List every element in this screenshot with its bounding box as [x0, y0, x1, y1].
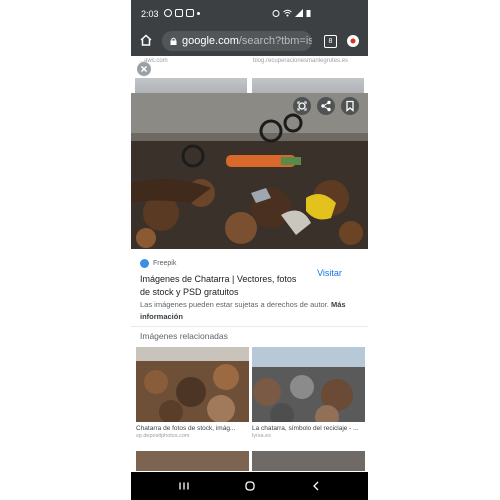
related-thumbnail[interactable]	[136, 347, 249, 422]
more-notifications-icon	[197, 11, 200, 15]
notification-icons	[164, 9, 200, 17]
home-icon[interactable]	[139, 33, 153, 47]
back-icon[interactable]	[309, 479, 323, 493]
url-host: google.com	[182, 35, 239, 47]
url-text: google.com/search?tbm=is	[182, 31, 312, 51]
close-preview-button[interactable]	[137, 62, 151, 76]
lens-search-button[interactable]	[293, 97, 311, 115]
android-nav-bar	[131, 472, 368, 500]
result-title-link[interactable]: Imágenes de Chatarra | Vectores, fotos d…	[140, 273, 300, 299]
related-caption: La chatarra, símbolo del reciclaje - ...	[252, 425, 359, 432]
save-button[interactable]	[341, 97, 359, 115]
scrap-yard-photo	[252, 347, 365, 422]
alarm-icon	[272, 10, 280, 17]
lock-icon	[170, 37, 177, 45]
freepik-favicon-icon	[140, 259, 149, 268]
wifi-icon	[283, 9, 292, 17]
gallery-icon	[175, 9, 183, 17]
related-thumbnail[interactable]	[136, 451, 249, 471]
signal-icon	[295, 9, 303, 17]
lens-icon	[297, 101, 307, 111]
whatsapp-icon	[164, 9, 172, 17]
google-menu-icon[interactable]	[346, 34, 360, 48]
system-icons	[272, 9, 311, 17]
related-image-item[interactable]: Chatarra de fotos de stock, imág... sp.d…	[136, 347, 249, 439]
result-info-panel: Freepik Imágenes de Chatarra | Vectores,…	[131, 249, 368, 500]
share-button[interactable]	[317, 97, 335, 115]
background-source-label: blog.recuperacionesmanlegrutes.es	[253, 58, 349, 64]
preview-image[interactable]	[131, 93, 368, 249]
share-icon	[321, 100, 331, 112]
url-path: /search?tbm=is	[238, 35, 312, 47]
source-name: Freepik	[153, 260, 177, 267]
related-domain: sp.depositphotos.com	[136, 433, 190, 439]
recent-apps-icon[interactable]	[177, 479, 191, 493]
status-bar: 2:03	[131, 0, 368, 26]
scrap-pile-photo	[136, 347, 249, 422]
disclaimer-text: Las imágenes pueden estar sujetas a dere…	[140, 300, 329, 309]
related-domain: lyrsa.es	[252, 433, 271, 439]
related-thumbnail[interactable]	[252, 451, 365, 471]
divider	[131, 326, 368, 327]
address-bar[interactable]: google.com/search?tbm=is	[162, 31, 312, 51]
left-margin	[0, 0, 131, 500]
gallery-icon	[186, 9, 194, 17]
bookmark-icon	[346, 100, 354, 112]
background-thumbnail	[252, 78, 364, 93]
related-images-heading: Imágenes relacionadas	[140, 331, 228, 341]
copyright-notice: Las imágenes pueden estar sujetas a dere…	[140, 299, 362, 323]
background-thumbnail	[135, 78, 247, 93]
status-time: 2:03	[141, 9, 159, 19]
phone-screen: 2:03 google.com/search?tbm=is 8 ...aws.c…	[131, 0, 368, 500]
tab-switcher-button[interactable]: 8	[324, 35, 337, 48]
battery-icon	[306, 10, 311, 17]
close-icon	[140, 65, 148, 73]
right-margin	[368, 0, 500, 500]
related-caption: Chatarra de fotos de stock, imág...	[136, 425, 236, 432]
visit-button[interactable]: Visitar	[305, 265, 354, 281]
related-thumbnail[interactable]	[252, 347, 365, 422]
browser-toolbar: google.com/search?tbm=is 8	[131, 26, 368, 56]
scrap-metal-photo	[131, 93, 368, 249]
home-nav-icon[interactable]	[243, 479, 257, 493]
result-source: Freepik	[140, 259, 176, 268]
related-image-item[interactable]: La chatarra, símbolo del reciclaje - ...…	[252, 347, 365, 439]
